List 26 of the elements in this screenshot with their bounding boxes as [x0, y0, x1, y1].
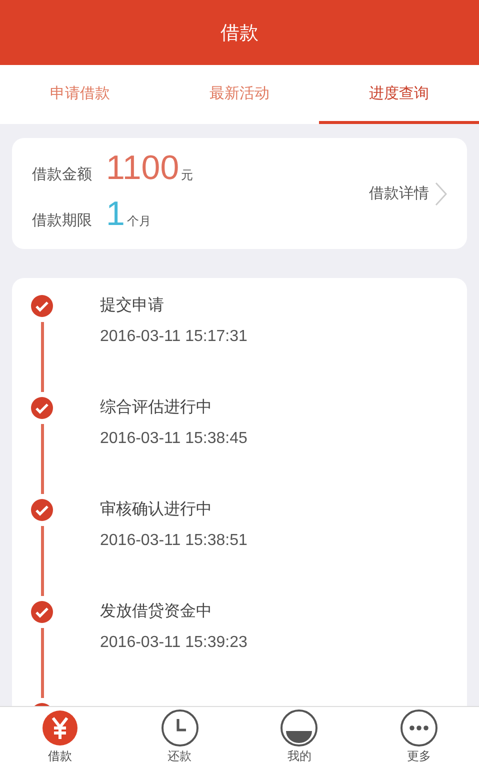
step-time: 2016-03-11 15:39:23: [100, 634, 248, 652]
step-time: 2016-03-11 15:17:31: [100, 328, 248, 346]
term-label: 借款期限: [32, 210, 92, 230]
details-link[interactable]: 借款详情: [369, 182, 447, 206]
step-title: 综合评估进行中: [100, 396, 213, 418]
term-value: 1: [106, 194, 125, 234]
nav-label: 还款: [168, 748, 192, 765]
nav-item[interactable]: 更多: [359, 707, 479, 767]
nav-item[interactable]: 我的: [240, 707, 360, 767]
nav-item[interactable]: 借款: [0, 707, 120, 767]
chevron-icon: [435, 182, 447, 206]
amount-value: 1100: [106, 148, 180, 188]
nav-label: 借款: [48, 748, 72, 765]
nav-label: 我的: [287, 748, 312, 765]
amount-unit: 元: [181, 166, 194, 184]
step-title: 提交申请: [100, 294, 165, 316]
nav-item[interactable]: 还款: [120, 707, 240, 767]
step-time: 2016-03-11 15:38:45: [100, 430, 248, 448]
step-time: 2016-03-11 15:38:51: [100, 532, 248, 550]
term-unit: 个月: [126, 212, 151, 230]
nav-label: 更多: [407, 748, 432, 765]
amount-label: 借款金额: [32, 164, 92, 184]
tab[interactable]: 进度查询: [319, 65, 479, 124]
header-title: 借款: [220, 20, 258, 46]
step-title: 审核确认进行中: [100, 498, 213, 520]
step-title: 发放借贷资金中: [100, 600, 213, 622]
